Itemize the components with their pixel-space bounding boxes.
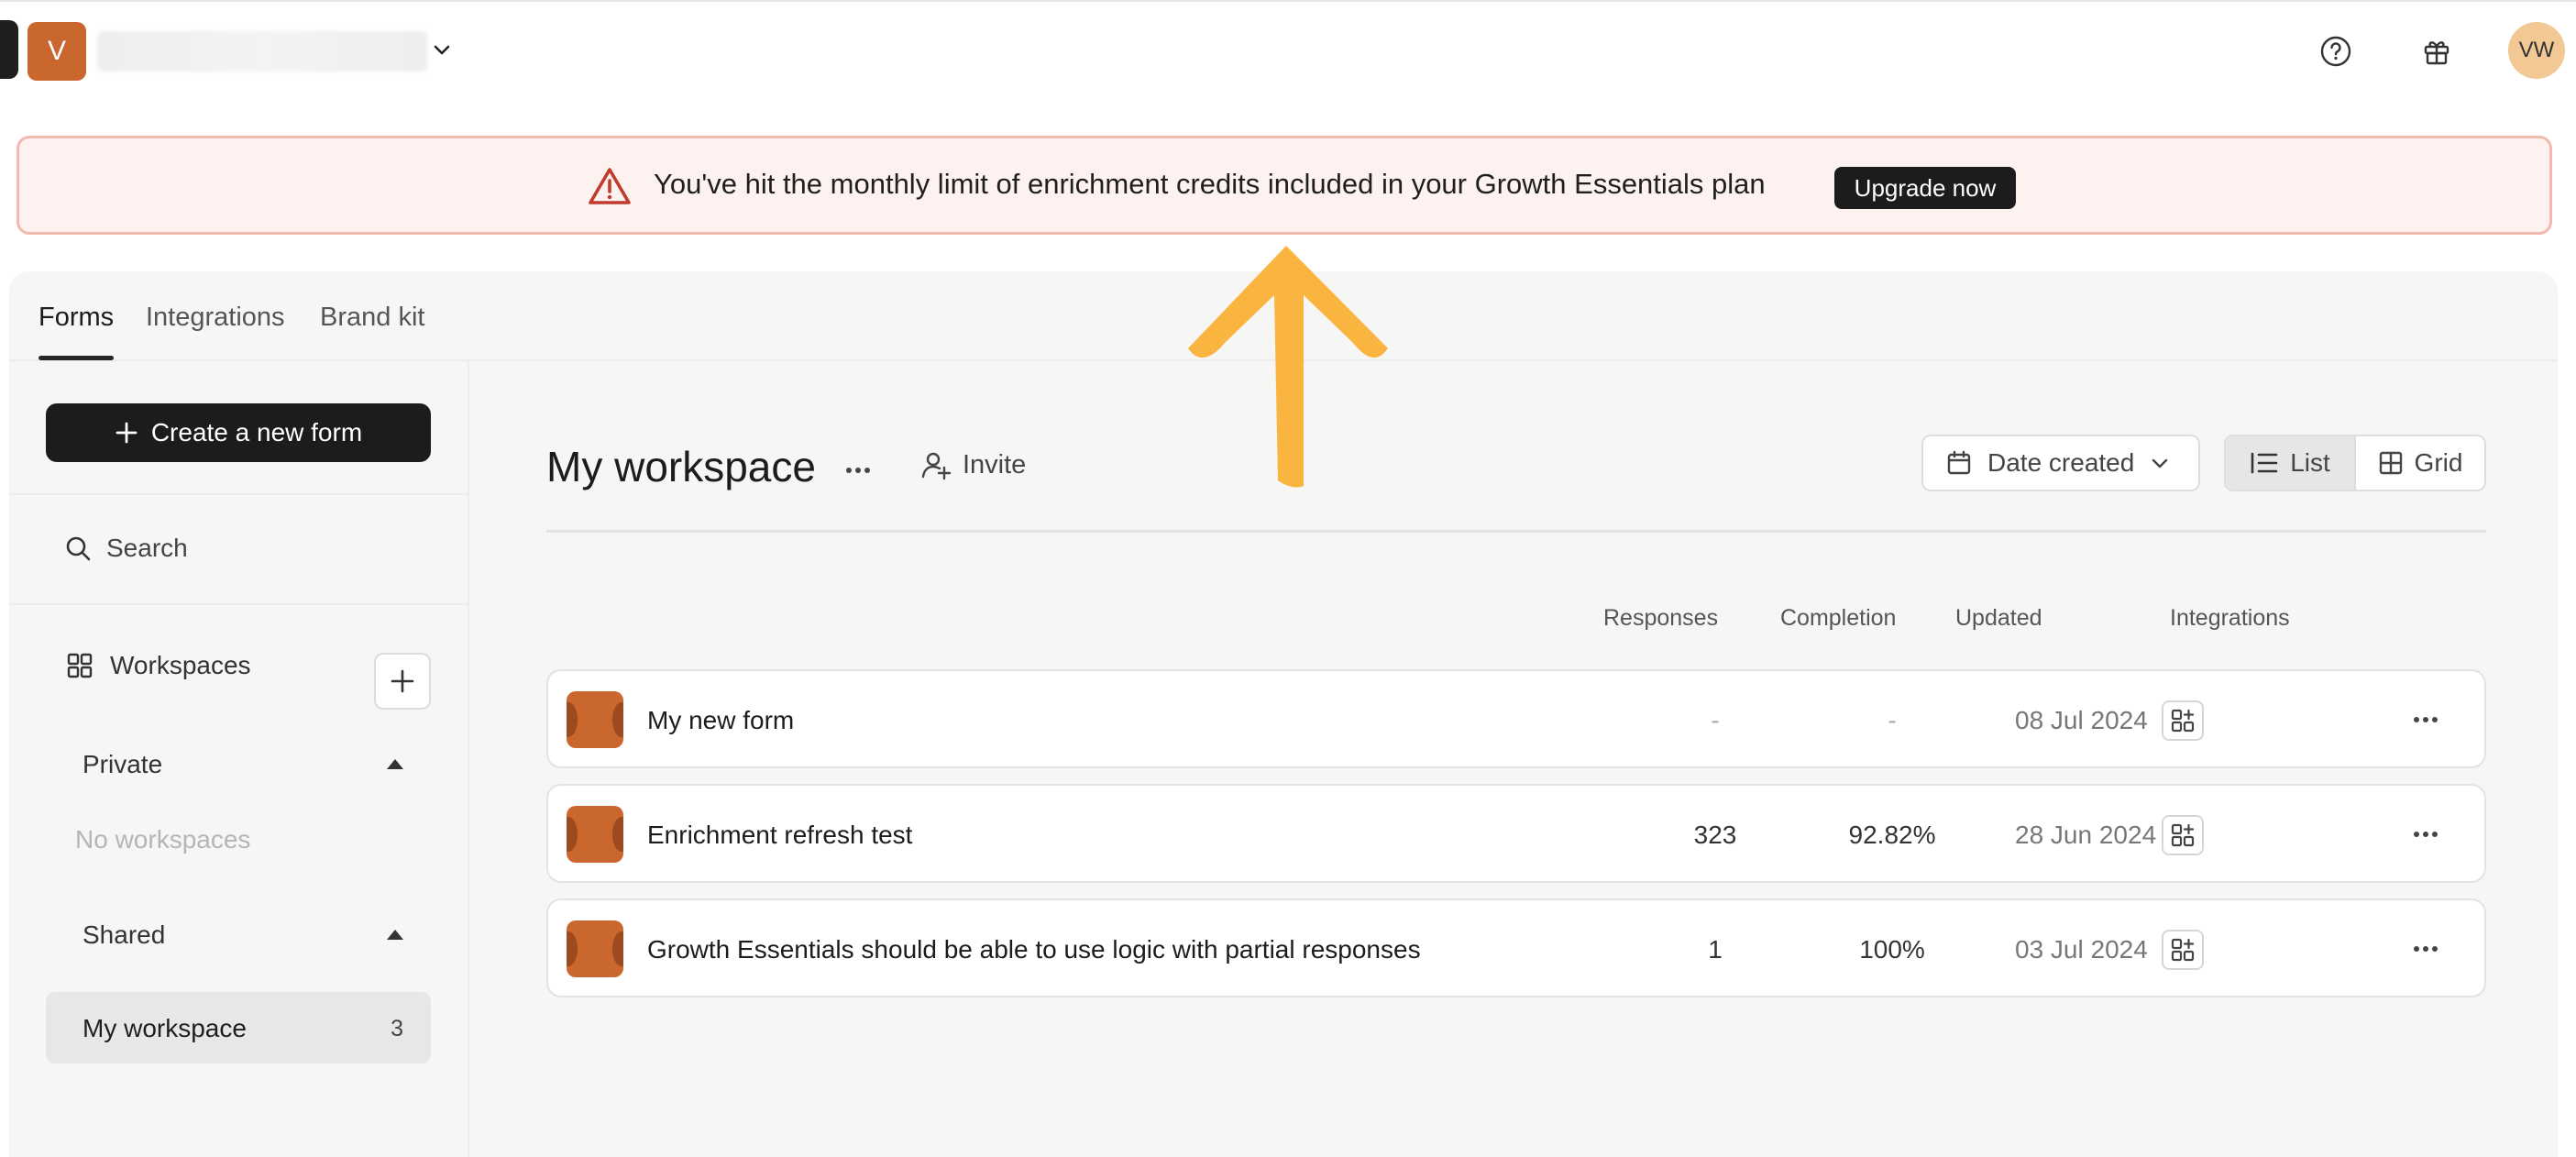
sidebar-toggle[interactable] (0, 20, 18, 79)
form-responses: 1 (1708, 935, 1723, 964)
view-list-label: List (2290, 448, 2330, 477)
org-name-redacted[interactable] (97, 31, 427, 72)
column-header-integrations: Integrations (2170, 605, 2290, 631)
column-header-completion[interactable]: Completion (1780, 605, 1896, 632)
form-name: My new form (647, 706, 795, 734)
grid-icon (67, 653, 93, 678)
add-workspace-button[interactable] (374, 653, 431, 710)
workspace-name: My workspace (83, 1014, 247, 1042)
list-icon (2251, 452, 2278, 474)
tab-forms[interactable]: Forms (39, 303, 114, 333)
top-bar: V VW (0, 0, 2576, 101)
create-form-button[interactable]: Create a new form (46, 403, 431, 462)
caret-up-icon[interactable] (387, 759, 403, 769)
divider (9, 603, 469, 605)
divider (9, 493, 469, 495)
warning-icon (589, 168, 631, 204)
plus-icon (391, 669, 414, 693)
workspaces-label: Workspaces (110, 651, 251, 679)
view-list-button[interactable]: List (2226, 436, 2356, 490)
form-responses: 323 (1693, 821, 1737, 849)
alert-message: You've hit the monthly limit of enrichme… (654, 168, 1766, 200)
column-header-updated[interactable]: Updated (1955, 605, 2042, 632)
invite-button[interactable]: Invite (920, 449, 1026, 480)
upgrade-now-button[interactable]: Upgrade now (1834, 167, 2016, 209)
form-responses: - (1711, 706, 1720, 734)
page-title: My workspace (546, 443, 816, 490)
sidebar: Create a new form Search Workspaces Priv… (9, 361, 469, 1157)
more-options-icon[interactable] (840, 457, 876, 484)
form-row[interactable]: My new form - - 08 Jul 2024 (546, 669, 2486, 768)
form-icon (567, 691, 623, 748)
tab-brand-kit[interactable]: Brand kit (320, 303, 424, 333)
form-updated: 03 Jul 2024 (2015, 935, 2148, 964)
view-grid-label: Grid (2414, 448, 2463, 477)
search-placeholder: Search (106, 534, 188, 562)
form-name: Enrichment refresh test (647, 821, 913, 849)
row-more-icon[interactable] (2407, 935, 2444, 963)
workspace-form-count: 3 (391, 1016, 403, 1041)
add-user-icon (921, 452, 952, 480)
grid-view-icon (2379, 451, 2402, 475)
invite-label: Invite (963, 449, 1027, 479)
sort-dropdown[interactable]: Date created (1921, 435, 2200, 491)
search-input[interactable]: Search (64, 526, 413, 570)
form-row[interactable]: Growth Essentials should be able to use … (546, 898, 2486, 997)
gift-icon[interactable] (2416, 31, 2457, 72)
org-initial: V (47, 36, 66, 66)
form-name: Growth Essentials should be able to use … (647, 935, 1421, 964)
create-form-label: Create a new form (150, 418, 363, 446)
add-integration-icon[interactable] (2162, 930, 2204, 970)
form-icon (567, 920, 623, 977)
user-initials: VW (2518, 38, 2555, 62)
form-completion: - (1888, 706, 1897, 734)
chevron-down-icon (2152, 458, 2168, 468)
main-content: My workspace Invite Date created List Gr… (469, 361, 2558, 1157)
form-row[interactable]: Enrichment refresh test 323 92.82% 28 Ju… (546, 784, 2486, 883)
view-grid-button[interactable]: Grid (2356, 436, 2484, 490)
sidebar-item-my-workspace[interactable]: My workspace 3 (46, 992, 431, 1063)
tab-integrations[interactable]: Integrations (146, 303, 285, 333)
private-section-toggle[interactable]: Private (83, 750, 162, 779)
view-toggle: List Grid (2224, 435, 2486, 491)
annotation-arrow-up-icon (1188, 246, 1388, 488)
active-tab-indicator (39, 356, 114, 360)
org-logo[interactable]: V (28, 22, 86, 81)
divider (546, 530, 2486, 533)
no-workspaces-text: No workspaces (75, 825, 251, 854)
help-icon[interactable] (2316, 31, 2356, 72)
workspaces-heading: Workspaces (66, 651, 251, 680)
add-integration-icon[interactable] (2162, 700, 2204, 741)
calendar-icon (1947, 450, 1971, 475)
form-icon (567, 806, 623, 863)
sort-label: Date created (1987, 448, 2135, 477)
add-integration-icon[interactable] (2162, 815, 2204, 855)
plus-icon (116, 422, 138, 444)
credit-limit-alert: You've hit the monthly limit of enrichme… (17, 136, 2552, 235)
row-more-icon[interactable] (2407, 706, 2444, 733)
chevron-down-icon[interactable] (431, 39, 453, 61)
column-header-responses[interactable]: Responses (1603, 605, 1718, 632)
form-updated: 28 Jun 2024 (2015, 821, 2157, 849)
shared-section-toggle[interactable]: Shared (83, 920, 165, 950)
row-more-icon[interactable] (2407, 821, 2444, 848)
form-completion: 92.82% (1848, 821, 1936, 849)
form-updated: 08 Jul 2024 (2015, 706, 2148, 734)
form-completion: 100% (1859, 935, 1925, 964)
search-icon (66, 536, 91, 561)
caret-up-icon[interactable] (387, 930, 403, 940)
user-avatar[interactable]: VW (2508, 22, 2565, 79)
